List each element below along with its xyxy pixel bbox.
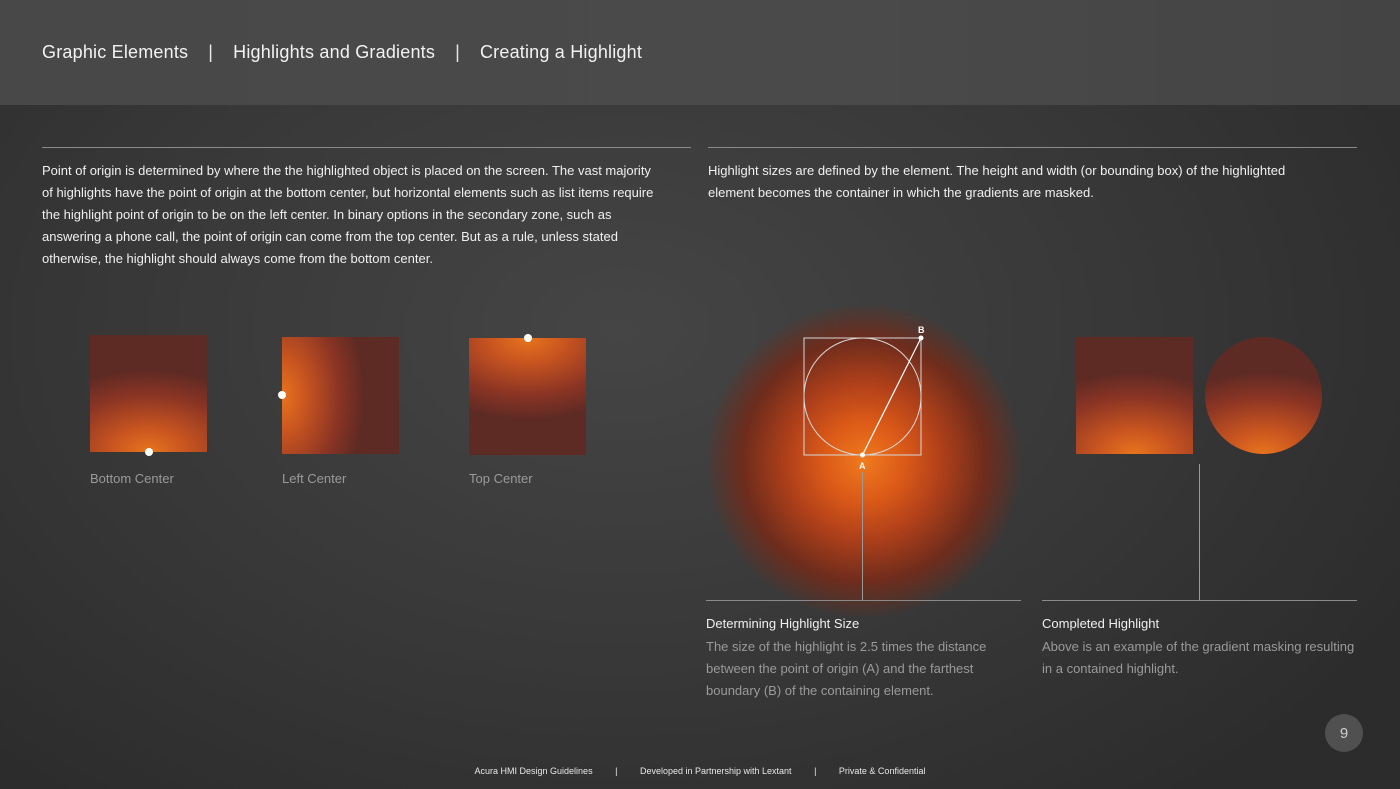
point-a-dot: [860, 452, 865, 458]
determining-size-title: Determining Highlight Size: [706, 616, 860, 631]
size-diagram: A B: [803, 325, 925, 471]
footer: Acura HMI Design Guidelines | Developed …: [0, 766, 1400, 776]
caption-rule-left: [706, 600, 1021, 601]
size-paragraph: Highlight sizes are defined by the eleme…: [708, 163, 1286, 200]
bottom-center-label: Bottom Center: [90, 471, 174, 486]
caption-rule-right: [1042, 600, 1357, 601]
header-bar: Graphic Elements | Highlights and Gradie…: [0, 0, 1400, 105]
point-b-dot: [918, 335, 924, 341]
bottom-center-example: [90, 335, 207, 452]
breadcrumb: Graphic Elements | Highlights and Gradie…: [42, 42, 642, 63]
completed-circle-example: [1205, 337, 1322, 454]
left-divider: [42, 147, 691, 148]
page: Graphic Elements | Highlights and Gradie…: [0, 0, 1400, 789]
footer-separator: |: [814, 766, 817, 776]
origin-dot-bottom: [145, 448, 153, 456]
footer-item-confidential: Private & Confidential: [838, 766, 926, 776]
footer-separator: |: [615, 766, 618, 776]
origin-dot-left: [278, 391, 286, 399]
circle-outline: [803, 337, 922, 456]
point-a-label: A: [859, 461, 866, 471]
origin-dot-top: [524, 334, 532, 342]
breadcrumb-separator: |: [455, 42, 460, 62]
top-center-example: [469, 338, 586, 455]
completed-square-example: [1076, 337, 1193, 454]
breadcrumb-separator: |: [208, 42, 214, 62]
footer-item-partnership: Developed in Partnership with Lextant: [639, 766, 792, 776]
left-center-example: [282, 337, 399, 454]
completed-highlight-title: Completed Highlight: [1042, 616, 1160, 631]
left-center-label: Left Center: [282, 471, 347, 486]
bounding-box: [803, 337, 922, 456]
right-divider: [708, 147, 1357, 148]
caption-connector-right: [1199, 464, 1200, 600]
completed-highlight-body: Above is an example of the gradient mask…: [1042, 639, 1355, 676]
footer-item-guidelines: Acura HMI Design Guidelines: [474, 766, 593, 776]
breadcrumb-item-graphic-elements: Graphic Elements: [42, 42, 189, 62]
breadcrumb-item-highlights-gradients: Highlights and Gradients: [233, 42, 436, 62]
page-number-badge: 9: [1325, 714, 1363, 752]
top-center-label: Top Center: [469, 471, 533, 486]
breadcrumb-item-creating-highlight: Creating a Highlight: [479, 42, 643, 62]
caption-connector-left: [862, 472, 863, 600]
origin-paragraph: Point of origin is determined by where t…: [42, 163, 654, 266]
determining-size-body: The size of the highlight is 2.5 times t…: [706, 639, 987, 698]
point-b-label: B: [918, 325, 925, 335]
distance-line: [861, 337, 922, 456]
